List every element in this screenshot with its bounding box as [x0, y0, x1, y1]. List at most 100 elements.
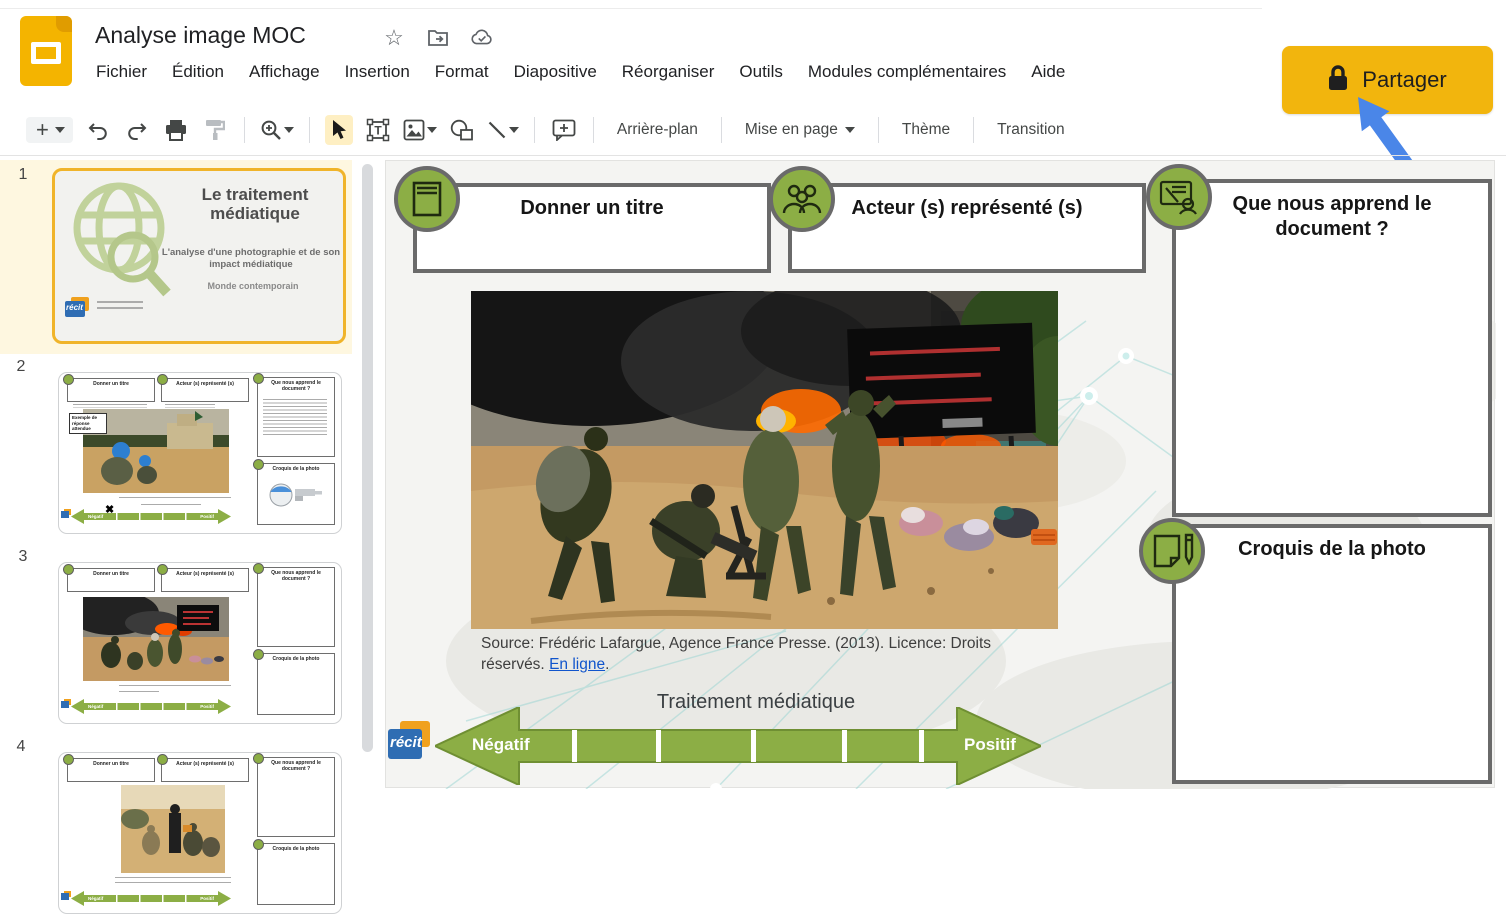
slide-thumbnail-4[interactable]: Donner un titre Acteur (s) représenté (s… [58, 752, 342, 914]
transition-button[interactable]: Transition [989, 121, 1072, 139]
new-slide-caret-icon[interactable] [55, 127, 65, 133]
menu-format[interactable]: Format [435, 62, 489, 82]
move-to-folder-icon[interactable] [426, 26, 450, 50]
slides-app-icon-fold [56, 16, 72, 32]
scale-positive-label: Positif [964, 735, 1016, 755]
mini-photo-desert [121, 785, 225, 873]
zoom-control[interactable] [260, 119, 294, 141]
mini-answer-block [263, 399, 327, 435]
mini-box-learn: Que nous apprend le document ? [258, 380, 334, 392]
cloud-saved-icon[interactable] [470, 26, 494, 50]
mini-recit-logo [61, 509, 71, 519]
mini-people-icon [157, 564, 168, 575]
mini-negative-label: Négatif [88, 704, 103, 709]
menu-reorganiser[interactable]: Réorganiser [622, 62, 715, 82]
slide-thumbnail-1[interactable]: Le traitement médiatique L'analyse d'une… [52, 168, 346, 344]
menu-affichage[interactable]: Affichage [249, 62, 320, 82]
actors-placeholder-box[interactable]: Acteur (s) représenté (s) [788, 183, 1146, 273]
theme-button[interactable]: Thème [894, 121, 958, 139]
toolbar: + T [26, 107, 1073, 153]
select-tool-button[interactable] [325, 115, 353, 145]
menu-edition[interactable]: Édition [172, 62, 224, 82]
mini-note-box: Exemple de réponse attendue [69, 413, 107, 434]
top-divider [0, 8, 1262, 9]
slide-number: 3 [8, 548, 38, 566]
mini-box-sketch: Croquis de la photo [258, 846, 334, 852]
mini-source-line [119, 685, 231, 688]
layout-button-label: Mise en page [745, 121, 838, 139]
toolbar-divider [309, 117, 310, 143]
print-button[interactable] [162, 115, 190, 145]
undo-button[interactable] [84, 115, 112, 145]
slide-canvas[interactable]: Donner un titre Acteur (s) représenté (s… [385, 160, 1495, 788]
insert-shape-button[interactable] [448, 115, 476, 145]
mini-newspaper-icon [63, 754, 74, 765]
google-slides-window: Analyse image MOC ☆ Fichier Édition Affi… [0, 0, 1506, 922]
mini-positive-label: Positif [200, 896, 214, 901]
toolbar-divider [244, 117, 245, 143]
mini-scale-arrow: Négatif Positif [71, 509, 231, 529]
zoom-caret-icon[interactable] [284, 127, 294, 133]
menu-modules[interactable]: Modules complémentaires [808, 62, 1006, 82]
thumb1-title: Le traitement médiatique [173, 185, 337, 223]
mini-board-icon [253, 563, 264, 574]
slides-app-icon[interactable] [20, 16, 72, 86]
learn-placeholder-box[interactable]: Que nous apprend le document ? [1172, 179, 1492, 517]
mini-positive-label: Positif [200, 704, 214, 709]
toolbar-divider [534, 117, 535, 143]
mini-box-learn: Que nous apprend le document ? [258, 570, 334, 582]
slide-thumbnail-2[interactable]: Donner un titre Acteur (s) représenté (s… [58, 372, 342, 534]
toolbar-divider [878, 117, 879, 143]
people-icon [769, 166, 835, 232]
mini-box-sketch: Croquis de la photo [258, 466, 334, 472]
layout-button[interactable]: Mise en page [737, 121, 863, 139]
menu-outils[interactable]: Outils [739, 62, 782, 82]
mini-box-actors: Acteur (s) représenté (s) [162, 761, 248, 767]
insert-image-control[interactable] [403, 119, 437, 141]
note-pencil-icon [1139, 518, 1205, 584]
line-icon [487, 120, 507, 140]
recit-logo: récit [388, 721, 436, 773]
insert-line-control[interactable] [487, 120, 519, 140]
mini-answer-line [73, 404, 147, 408]
menu-fichier[interactable]: Fichier [96, 62, 147, 82]
board-presenter-icon [1146, 164, 1212, 230]
mini-source-line [115, 882, 231, 885]
menu-diapositive[interactable]: Diapositive [514, 62, 597, 82]
slide-number: 2 [6, 358, 36, 376]
mini-box-title: Donner un titre [68, 381, 154, 387]
image-caret-icon[interactable] [427, 127, 437, 133]
background-button[interactable]: Arrière-plan [609, 121, 706, 139]
photo-combat-scene[interactable] [471, 291, 1058, 629]
slide-number: 1 [8, 166, 38, 184]
document-title[interactable]: Analyse image MOC [95, 22, 306, 49]
menu-bar: Fichier Édition Affichage Insertion Form… [96, 62, 1065, 82]
star-icon[interactable]: ☆ [382, 26, 406, 50]
scale-negative-label: Négatif [472, 735, 530, 755]
mini-box-actors: Acteur (s) représenté (s) [162, 571, 248, 577]
mini-positive-label: Positif [200, 514, 214, 519]
sketch-box-label: Croquis de la photo [1176, 537, 1488, 562]
newspaper-icon [394, 166, 460, 232]
sketch-placeholder-box[interactable]: Croquis de la photo [1172, 524, 1492, 784]
paint-format-button[interactable] [201, 115, 229, 145]
insert-comment-button[interactable] [550, 115, 578, 145]
menu-insertion[interactable]: Insertion [345, 62, 410, 82]
slide-thumbnail-3[interactable]: Donner un titre Acteur (s) représenté (s… [58, 562, 342, 724]
toolbar-divider [721, 117, 722, 143]
photo-source-caption: Source: Frédéric Lafargue, Agence France… [481, 633, 1029, 676]
menu-aide[interactable]: Aide [1031, 62, 1065, 82]
title-placeholder-box[interactable]: Donner un titre [413, 183, 771, 273]
mini-board-icon [253, 753, 264, 764]
mini-photo-combat [83, 597, 229, 681]
mini-box-title: Donner un titre [68, 761, 154, 767]
source-link[interactable]: En ligne [549, 656, 605, 673]
new-slide-button[interactable]: + [26, 117, 73, 143]
recit-logo-small-text: récit [66, 303, 83, 312]
layout-caret-icon [845, 127, 855, 133]
globe-magnifier-graphic [59, 173, 189, 303]
redo-button[interactable] [123, 115, 151, 145]
filmstrip-scrollbar[interactable] [362, 164, 373, 752]
text-box-button[interactable]: T [364, 115, 392, 145]
line-caret-icon[interactable] [509, 127, 519, 133]
